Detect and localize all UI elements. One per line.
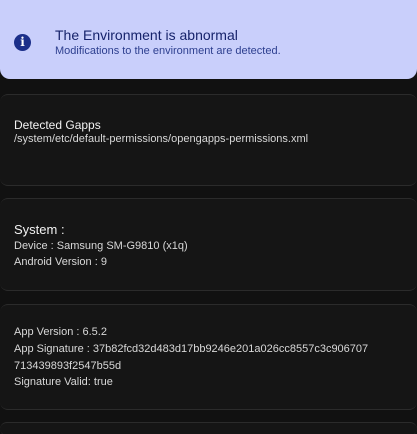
app-signature-line-1: App Signature : 37b82fcd32d483d17bb9246e… [14, 343, 369, 355]
detected-gapps-path: /system/etc/default-permissions/opengapp… [14, 133, 309, 145]
system-card: System : Device : Samsung SM-G9810 (x1q)… [0, 198, 417, 291]
app-version: App Version : 6.5.2 [14, 326, 107, 338]
app-info-card: App Version : 6.5.2 App Signature : 37b8… [0, 304, 417, 410]
system-heading: System : [14, 222, 65, 237]
bottom-card-edge [0, 422, 417, 434]
alert-title: The Environment is abnormal [55, 27, 238, 43]
detected-gapps-card: Detected Gapps /system/etc/default-permi… [0, 94, 417, 186]
detected-gapps-heading: Detected Gapps [14, 118, 101, 132]
environment-alert: i The Environment is abnormal Modificati… [0, 0, 417, 79]
android-version: Android Version : 9 [14, 256, 107, 268]
signature-valid: Signature Valid: true [14, 376, 113, 388]
app-signature-line-2: 713439893f2547b55d [14, 360, 122, 372]
info-icon: i [14, 34, 31, 51]
app-screen: i The Environment is abnormal Modificati… [0, 0, 417, 434]
alert-subtitle: Modifications to the environment are det… [55, 45, 281, 57]
device-info: Device : Samsung SM-G9810 (x1q) [14, 240, 188, 252]
